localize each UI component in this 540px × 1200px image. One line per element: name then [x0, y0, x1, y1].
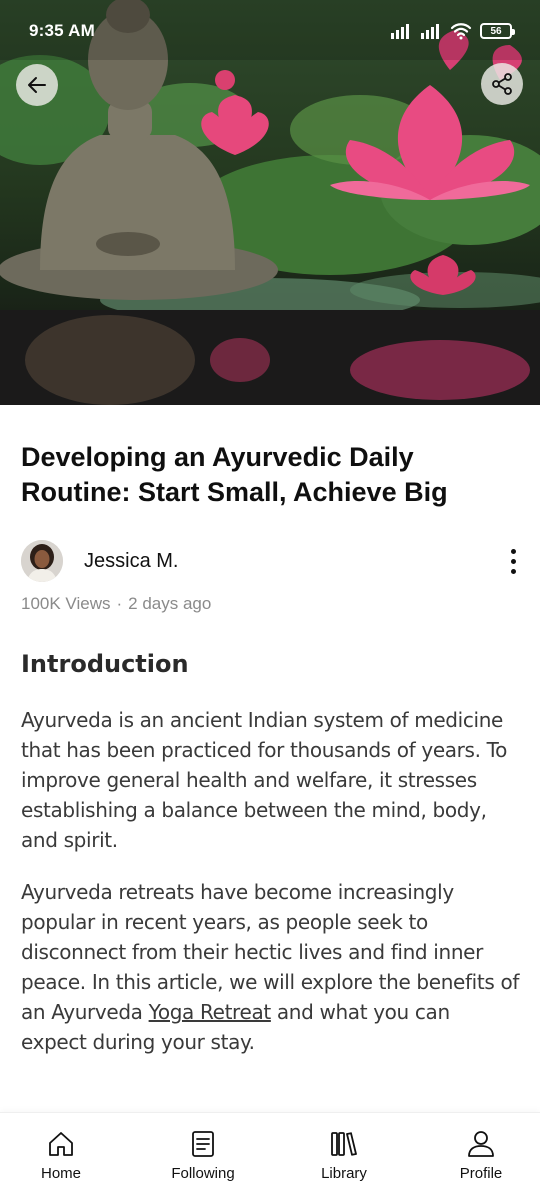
status-bar: 9:35 AM 56 [0, 0, 540, 62]
battery-level: 56 [490, 25, 502, 37]
nav-following-label: Following [171, 1165, 235, 1182]
wifi-icon [450, 23, 472, 40]
back-arrow-icon [28, 77, 46, 93]
nav-profile[interactable]: Profile [436, 1129, 526, 1182]
author-name[interactable]: Jessica M. [84, 550, 178, 573]
more-vertical-icon [510, 558, 516, 564]
section-heading: Introduction [21, 650, 189, 678]
article-title: Developing an Ayurvedic Daily Routine: S… [21, 442, 448, 507]
hero-image: 9:35 AM 56 [0, 0, 540, 405]
posted-time: 2 days ago [128, 594, 212, 613]
profile-icon [468, 1131, 494, 1157]
share-icon [492, 73, 512, 95]
meta-separator: · [116, 594, 123, 613]
signal-icon [421, 24, 439, 39]
article-meta: 100K Views · 2 days ago [21, 594, 211, 614]
more-options-button[interactable] [501, 543, 525, 579]
more-vertical-icon [510, 568, 516, 574]
status-time: 9:35 AM [29, 21, 95, 40]
signal-icon [391, 24, 409, 39]
avatar-image [21, 540, 63, 582]
nav-following[interactable]: Following [158, 1129, 248, 1182]
paragraph-1: Ayurveda is an ancient Indian system of … [21, 708, 507, 852]
nav-home-label: Home [40, 1165, 81, 1182]
bottom-navigation: Home Following Library Profile [0, 1112, 540, 1200]
nav-profile-label: Profile [459, 1165, 503, 1182]
status-icons: 56 [390, 22, 515, 40]
back-button[interactable] [16, 64, 58, 106]
paragraph-2: Ayurveda retreats have become increasing… [21, 877, 521, 1057]
nav-library-label: Library [321, 1165, 367, 1182]
more-vertical-icon [510, 548, 516, 554]
nav-home[interactable]: Home [16, 1129, 106, 1182]
author-row: Jessica M. [21, 540, 525, 582]
share-button[interactable] [481, 63, 523, 105]
nav-library[interactable]: Library [299, 1129, 389, 1182]
home-icon [49, 1132, 73, 1156]
library-icon [331, 1132, 357, 1156]
author-avatar[interactable] [21, 540, 63, 582]
following-icon [192, 1131, 214, 1157]
battery-icon: 56 [480, 23, 515, 39]
yoga-retreat-link[interactable]: Yoga Retreat [149, 1000, 272, 1024]
view-count: 100K Views [21, 594, 111, 613]
